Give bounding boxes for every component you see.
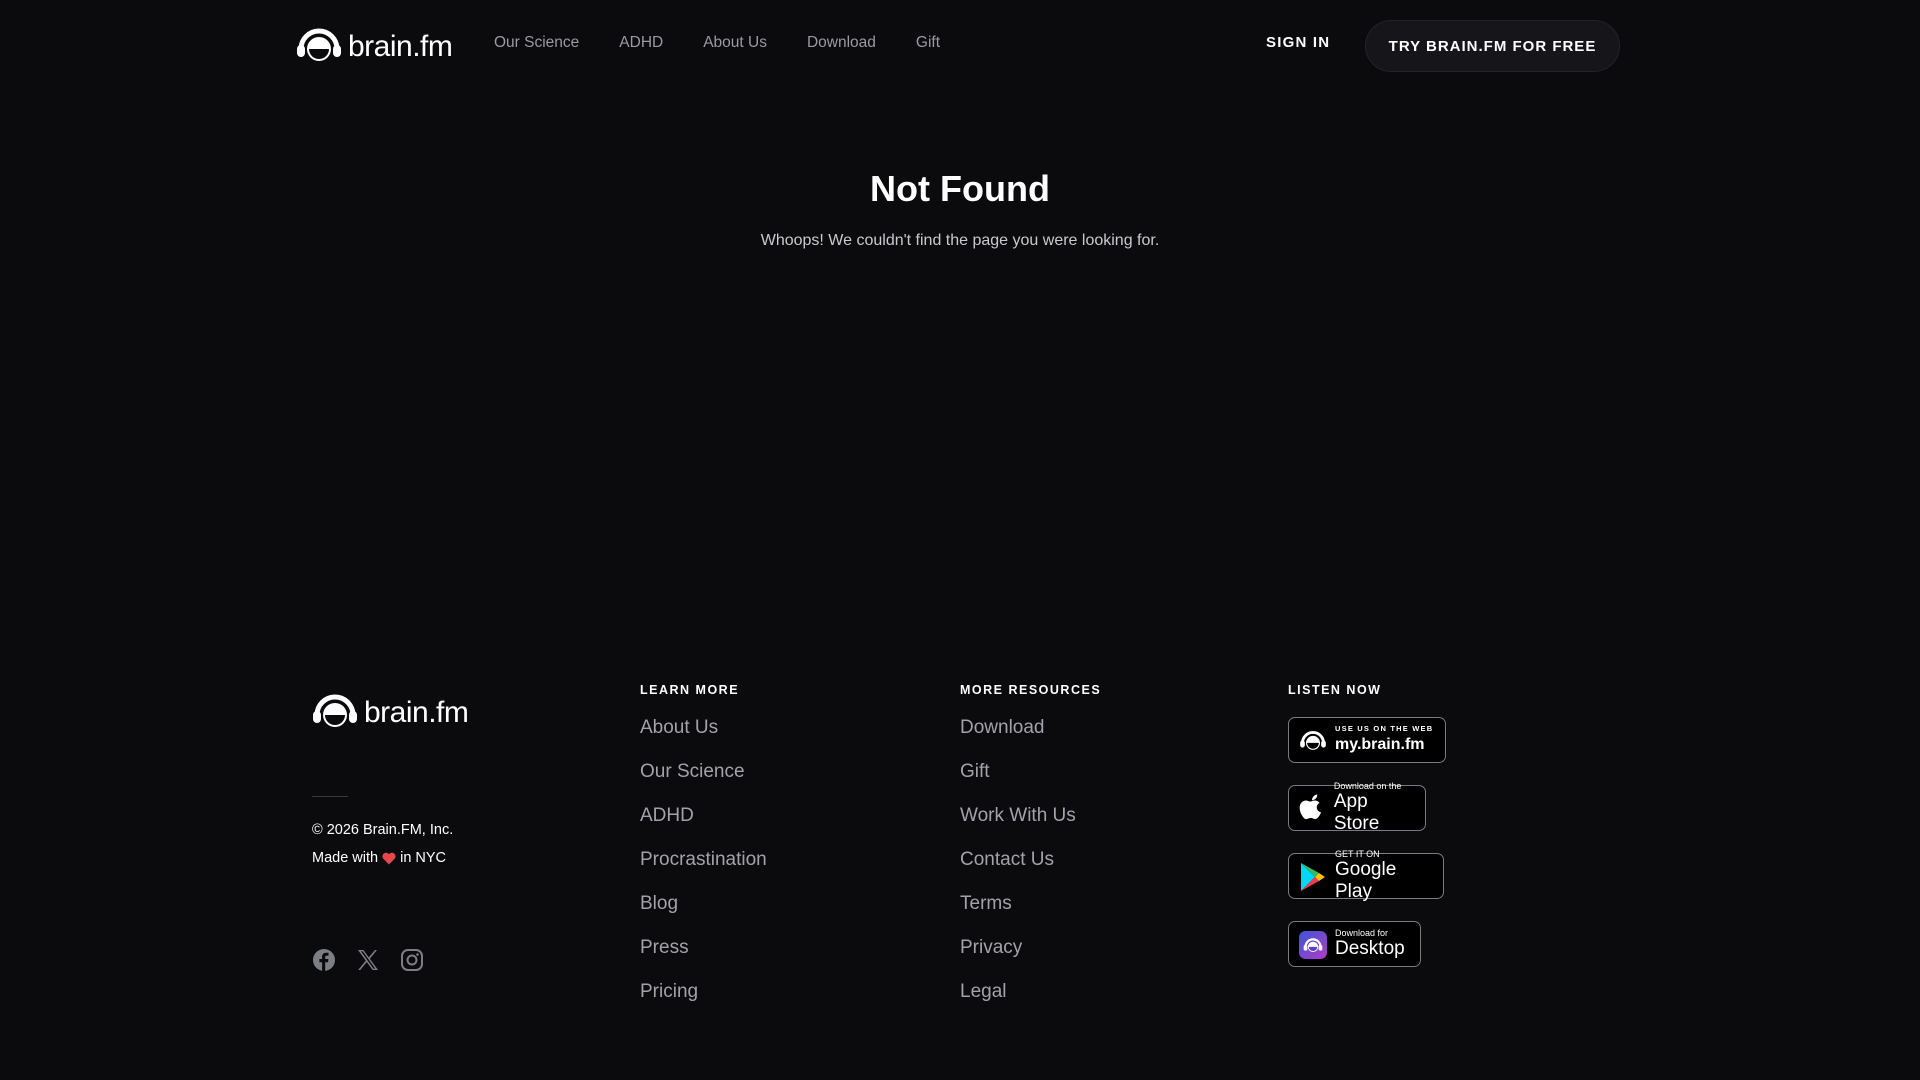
footer-link-download[interactable]: Download — [960, 717, 1101, 761]
desktop-app-badge[interactable]: Download for Desktop — [1288, 921, 1421, 967]
facebook-icon[interactable] — [312, 948, 336, 972]
logo-text: brain.fm — [364, 695, 469, 729]
nav-our-science[interactable]: Our Science — [494, 34, 579, 52]
google-play-icon — [1299, 862, 1327, 891]
badge-text: GET IT ON Google Play — [1335, 849, 1433, 903]
main-nav: Our Science ADHD About Us Download Gift — [494, 34, 980, 52]
footer-link-blog[interactable]: Blog — [640, 893, 767, 937]
footer-link-work-with-us[interactable]: Work With Us — [960, 805, 1101, 849]
made-with-suffix: in NYC — [400, 850, 447, 866]
logo-text: brain.fm — [348, 29, 453, 63]
app-store-badge[interactable]: Download on the App Store — [1288, 781, 1426, 834]
footer-link-pricing[interactable]: Pricing — [640, 981, 767, 1025]
footer-col-learn-more: LEARN MORE About Us Our Science ADHD Pro… — [640, 683, 767, 1025]
x-icon[interactable] — [356, 948, 380, 972]
headphones-logo-icon — [1299, 726, 1327, 754]
sign-in-link[interactable]: SIGN IN — [1266, 34, 1330, 51]
web-app-badge[interactable]: USE US ON THE WEB my.brain.fm — [1288, 717, 1446, 763]
badge-text: Download on the App Store — [1334, 781, 1415, 835]
nav-gift[interactable]: Gift — [916, 34, 940, 52]
headphones-logo-icon — [311, 691, 359, 734]
page: brain.fm Our Science ADHD About Us Downl… — [0, 0, 1920, 1080]
try-free-button[interactable]: TRY BRAIN.FM FOR FREE — [1365, 20, 1620, 72]
copyright-text: © 2026 Brain.FM, Inc. — [312, 822, 454, 838]
col-heading: MORE RESOURCES — [960, 683, 1102, 697]
badge-big-text: Google Play — [1335, 859, 1397, 902]
made-with-text: Made with in NYC — [312, 850, 446, 866]
footer-link-procrastination[interactable]: Procrastination — [640, 849, 767, 893]
footer-link-our-science[interactable]: Our Science — [640, 761, 767, 805]
footer-link-about-us[interactable]: About Us — [640, 717, 767, 761]
google-play-badge[interactable]: GET IT ON Google Play — [1288, 849, 1444, 902]
badge-text: Download for Desktop — [1335, 928, 1405, 960]
apple-icon — [1299, 794, 1326, 822]
instagram-icon[interactable] — [400, 948, 424, 972]
footer-link-terms[interactable]: Terms — [960, 893, 1101, 937]
page-subtitle: Whoops! We couldn't find the page you we… — [760, 232, 1160, 249]
footer-col-more-resources: MORE RESOURCES Download Gift Work With U… — [960, 683, 1101, 1025]
badge-small-text: GET IT ON — [1335, 849, 1380, 859]
col-heading: LISTEN NOW — [1288, 683, 1382, 697]
badge-big-text: my.brain.fm — [1335, 736, 1425, 753]
badge-big-text: App Store — [1333, 791, 1380, 834]
footer-logo[interactable]: brain.fm — [311, 691, 469, 734]
footer-link-privacy[interactable]: Privacy — [960, 937, 1101, 981]
headphones-logo-icon — [295, 25, 343, 68]
page-title: Not Found — [870, 168, 1050, 209]
footer-link-gift[interactable]: Gift — [960, 761, 1101, 805]
nav-download[interactable]: Download — [807, 34, 876, 52]
footer-link-press[interactable]: Press — [640, 937, 767, 981]
brand-logo[interactable]: brain.fm — [295, 25, 453, 68]
badge-text: USE US ON THE WEB my.brain.fm — [1335, 724, 1433, 756]
desktop-app-icon — [1299, 930, 1327, 959]
badge-big-text: Desktop — [1335, 938, 1405, 959]
nav-about-us[interactable]: About Us — [703, 34, 767, 52]
heart-icon — [382, 852, 396, 865]
footer-col-listen-now: LISTEN NOW USE US ON THE WEB my.brain.fm — [1288, 683, 1446, 989]
footer-link-contact-us[interactable]: Contact Us — [960, 849, 1101, 893]
social-links — [312, 948, 444, 972]
site-header: brain.fm Our Science ADHD About Us Downl… — [0, 0, 1920, 90]
footer-divider — [312, 796, 348, 797]
badge-small-text: Download on the — [1333, 781, 1402, 791]
col-heading: LEARN MORE — [640, 683, 740, 697]
footer-link-legal[interactable]: Legal — [960, 981, 1101, 1025]
nav-adhd[interactable]: ADHD — [619, 34, 663, 52]
made-with-prefix: Made with — [312, 850, 379, 866]
footer-link-adhd[interactable]: ADHD — [640, 805, 767, 849]
badge-small-text: Download for — [1335, 928, 1389, 938]
badge-small-text: USE US ON THE WEB — [1335, 724, 1434, 733]
